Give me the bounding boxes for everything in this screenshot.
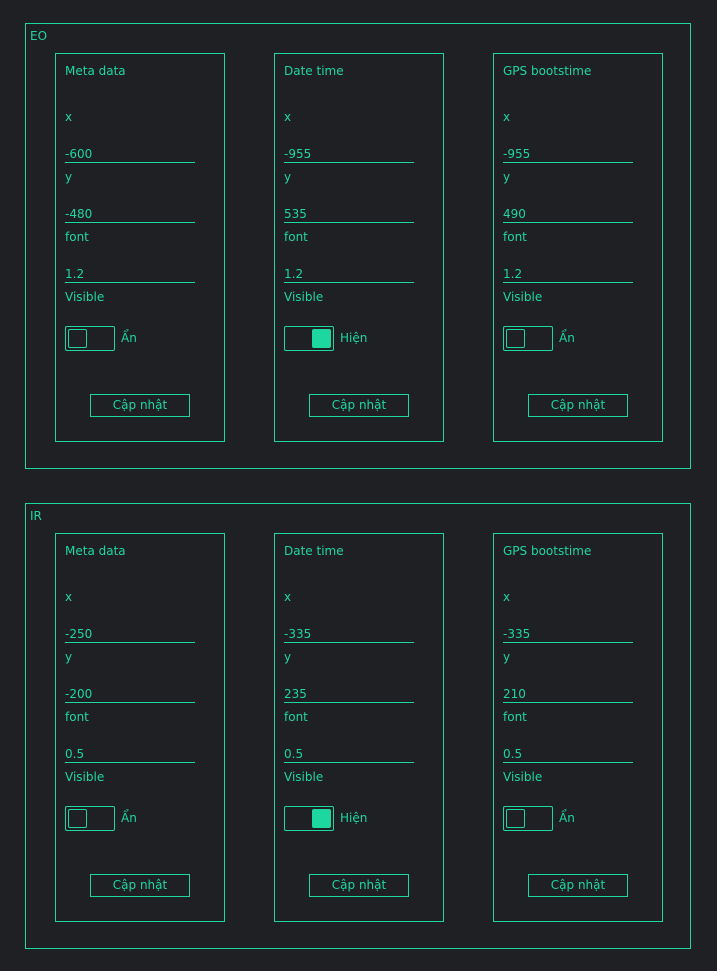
x-input[interactable]: -955 [503,145,633,163]
y-input[interactable]: 490 [503,205,633,223]
visible-label: Visible [65,290,105,304]
visible-toggle-text: Ẩn [121,331,137,345]
x-input[interactable]: -335 [284,625,414,643]
toggle-knob [506,809,525,828]
y-input[interactable]: -200 [65,685,195,703]
visible-label: Visible [65,770,105,784]
font-label: font [284,230,308,244]
y-label: y [503,170,511,184]
visible-label: Visible [284,290,324,304]
card-gps-bootstime: GPS bootstime x -335 y 210 font 0.5 Visi… [493,533,663,922]
y-input[interactable]: -480 [65,205,195,223]
y-label: y [65,650,73,664]
toggle-knob [506,329,525,348]
card-meta-data: Meta data x -600 y -480 font 1.2 Visible… [55,53,225,442]
card-title: Date time [284,544,344,558]
visible-toggle[interactable] [65,326,115,351]
card-title: Meta data [65,544,126,558]
section-eo: EO Meta data x -600 y -480 font 1.2 Visi… [25,23,691,469]
x-label: x [284,590,292,604]
toggle-knob [312,809,331,828]
y-input[interactable]: 210 [503,685,633,703]
card-gps-bootstime: GPS bootstime x -955 y 490 font 1.2 Visi… [493,53,663,442]
update-button[interactable]: Cập nhật [309,874,409,897]
update-button[interactable]: Cập nhật [90,394,190,417]
font-label: font [284,710,308,724]
font-input[interactable]: 0.5 [503,745,633,763]
x-input[interactable]: -955 [284,145,414,163]
toggle-knob [68,809,87,828]
visible-toggle[interactable] [503,326,553,351]
update-button[interactable]: Cập nhật [528,394,628,417]
visible-toggle[interactable] [65,806,115,831]
x-label: x [65,590,73,604]
section-title: EO [30,29,48,43]
x-input[interactable]: -335 [503,625,633,643]
visible-toggle-text: Hiện [340,811,368,825]
font-input[interactable]: 1.2 [65,265,195,283]
y-input[interactable]: 535 [284,205,414,223]
section-title: IR [30,509,42,523]
visible-toggle-text: Ẩn [121,811,137,825]
visible-toggle-text: Ẩn [559,331,575,345]
font-input[interactable]: 1.2 [284,265,414,283]
y-label: y [503,650,511,664]
y-label: y [284,170,292,184]
toggle-knob [68,329,87,348]
font-label: font [503,710,527,724]
font-input[interactable]: 1.2 [503,265,633,283]
visible-toggle[interactable] [503,806,553,831]
x-input[interactable]: -600 [65,145,195,163]
section-ir: IR Meta data x -250 y -200 font 0.5 Visi… [25,503,691,949]
font-label: font [503,230,527,244]
font-label: font [65,710,89,724]
card-title: GPS bootstime [503,544,592,558]
card-date-time: Date time x -955 y 535 font 1.2 Visible … [274,53,444,442]
y-label: y [284,650,292,664]
y-input[interactable]: 235 [284,685,414,703]
card-date-time: Date time x -335 y 235 font 0.5 Visible … [274,533,444,922]
visible-toggle[interactable] [284,806,334,831]
card-title: Date time [284,64,344,78]
card-title: GPS bootstime [503,64,592,78]
font-input[interactable]: 0.5 [65,745,195,763]
x-label: x [503,110,511,124]
visible-toggle-text: Hiện [340,331,368,345]
x-input[interactable]: -250 [65,625,195,643]
font-label: font [65,230,89,244]
card-title: Meta data [65,64,126,78]
update-button[interactable]: Cập nhật [528,874,628,897]
visible-label: Visible [503,770,543,784]
visible-label: Visible [284,770,324,784]
x-label: x [65,110,73,124]
update-button[interactable]: Cập nhật [309,394,409,417]
visible-label: Visible [503,290,543,304]
card-meta-data: Meta data x -250 y -200 font 0.5 Visible… [55,533,225,922]
font-input[interactable]: 0.5 [284,745,414,763]
visible-toggle-text: Ẩn [559,811,575,825]
x-label: x [284,110,292,124]
toggle-knob [312,329,331,348]
visible-toggle[interactable] [284,326,334,351]
x-label: x [503,590,511,604]
y-label: y [65,170,73,184]
update-button[interactable]: Cập nhật [90,874,190,897]
